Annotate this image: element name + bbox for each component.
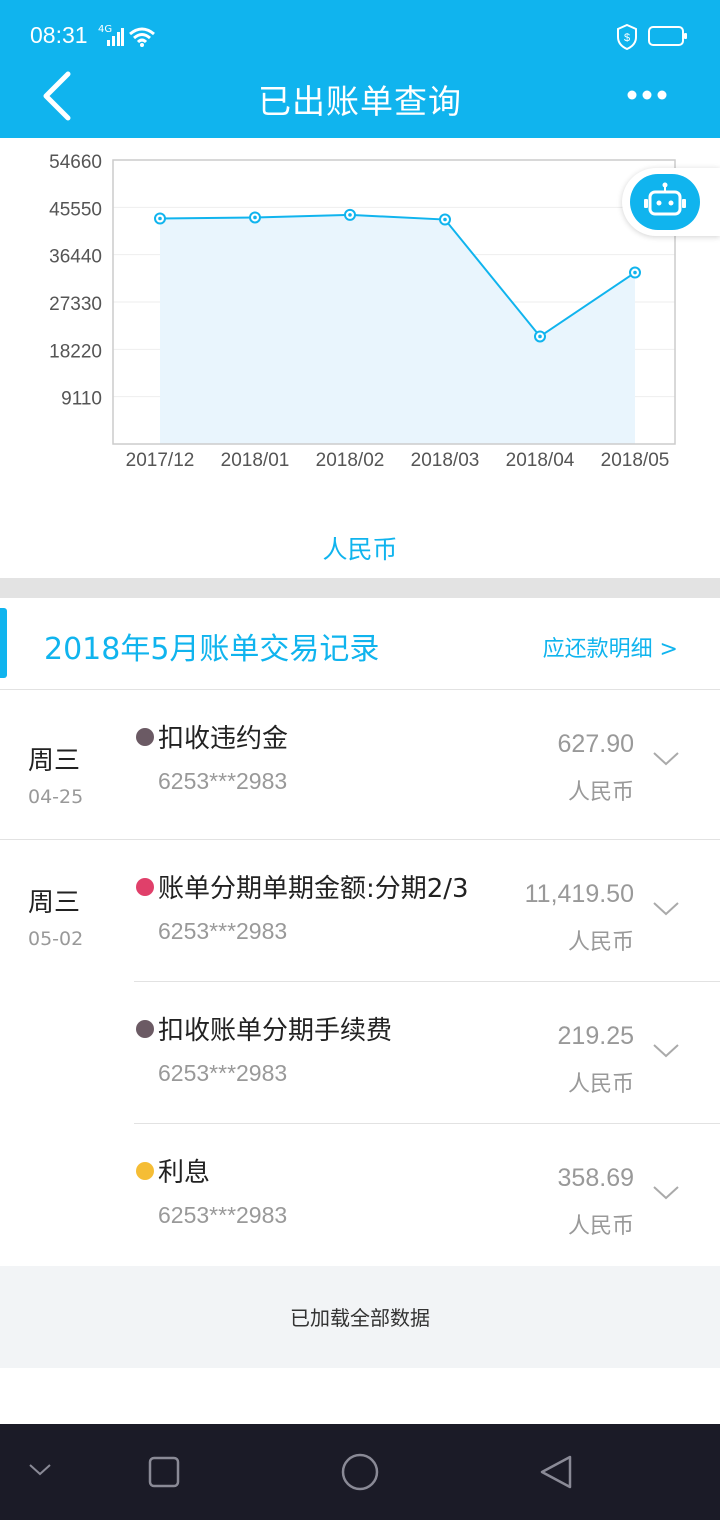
transaction-amount: 358.69	[557, 1164, 634, 1192]
section-title: 2018年5月账单交易记录	[44, 632, 380, 667]
transaction-name: 扣收违约金	[158, 724, 289, 754]
shield-icon: $	[617, 24, 637, 50]
x-tick-label: 2018/04	[506, 450, 575, 471]
transaction-name: 利息	[158, 1158, 211, 1188]
transaction-currency: 人民币	[567, 1072, 634, 1097]
wifi-icon	[129, 27, 155, 47]
x-tick-label: 2018/01	[221, 450, 290, 471]
system-nav-bar	[0, 1424, 720, 1520]
data-point-center	[443, 217, 447, 222]
data-point-center	[348, 213, 352, 217]
load-status-text: 已加载全部数据	[290, 1306, 430, 1330]
category-dot	[136, 878, 154, 896]
category-dot	[136, 728, 154, 746]
signal-icon	[107, 28, 124, 46]
card-number: 6253***2983	[158, 918, 288, 944]
transaction-amount: 11,419.50	[524, 880, 634, 908]
category-dot	[136, 1162, 154, 1180]
home-button[interactable]	[340, 1452, 380, 1492]
transaction-row[interactable]: 利息 6253***2983 358.69 人民币	[134, 1124, 720, 1266]
assistant-button[interactable]	[622, 168, 720, 236]
currency-tab[interactable]: 人民币	[0, 530, 720, 566]
page-title: 已出账单查询	[258, 82, 462, 121]
collapse-chevron-icon[interactable]	[28, 1462, 52, 1478]
y-tick-label: 36440	[49, 247, 102, 268]
accent-bar	[0, 608, 7, 678]
more-options-button[interactable]	[620, 80, 674, 110]
data-point-center	[158, 216, 162, 221]
card-number: 6253***2983	[158, 1202, 288, 1228]
transaction-row[interactable]: 账单分期单期金额:分期2/3 6253***2983 11,419.50 人民币	[134, 840, 720, 982]
x-tick-label: 2017/12	[126, 450, 195, 471]
day-group: 周三 05-02 账单分期单期金额:分期2/3 6253***2983 11,4…	[0, 840, 720, 1266]
chevron-down-icon[interactable]	[652, 1184, 680, 1202]
card-number: 6253***2983	[158, 768, 288, 794]
x-tick-label: 2018/05	[601, 450, 670, 471]
transaction-name: 扣收账单分期手续费	[158, 1016, 393, 1046]
y-tick-label: 45550	[49, 199, 102, 220]
transaction-row[interactable]: 扣收账单分期手续费 6253***2983 219.25 人民币	[134, 982, 720, 1124]
y-tick-label: 18220	[49, 341, 102, 362]
date-label: 04-25	[28, 786, 84, 808]
data-point-center	[538, 334, 542, 339]
battery-icon	[648, 26, 687, 46]
app-header: 08:31 4G $ 已出账单查询	[0, 0, 720, 138]
section-divider	[0, 578, 720, 598]
repayment-detail-link[interactable]: 应还款明细 >	[543, 631, 678, 663]
recent-apps-button[interactable]	[148, 1456, 180, 1488]
svg-text:$: $	[624, 32, 630, 44]
y-tick-label: 27330	[49, 294, 102, 315]
area-fill	[160, 214, 635, 444]
card-number: 6253***2983	[158, 1060, 288, 1086]
date-label: 05-02	[28, 928, 84, 950]
transaction-name: 账单分期单期金额:分期2/3	[158, 874, 469, 904]
system-back-button[interactable]	[538, 1454, 574, 1490]
weekday-label: 周三	[28, 888, 81, 918]
transaction-amount: 627.90	[557, 730, 634, 758]
chevron-down-icon[interactable]	[652, 750, 680, 768]
transaction-currency: 人民币	[567, 780, 634, 805]
x-tick-label: 2018/03	[411, 450, 480, 471]
data-point-center	[253, 215, 257, 220]
weekday-label: 周三	[28, 746, 81, 776]
data-point-center	[633, 270, 637, 275]
day-group: 周三 04-25 扣收违约金 6253***2983 627.90 人民币	[0, 690, 720, 840]
robot-icon	[644, 182, 686, 216]
section-header: 2018年5月账单交易记录 应还款明细 >	[0, 598, 720, 690]
y-tick-label: 9110	[61, 389, 102, 410]
chevron-down-icon[interactable]	[652, 900, 680, 918]
x-tick-label: 2018/02	[316, 450, 385, 471]
transaction-currency: 人民币	[567, 930, 634, 955]
y-tick-label: 54660	[49, 152, 102, 173]
bill-history-chart: 54660 45550 36440 27330 18220 9110 2017/12 2018…	[49, 152, 676, 471]
status-time: 08:31	[30, 22, 88, 48]
transaction-amount: 219.25	[557, 1022, 634, 1050]
load-status-footer: 已加载全部数据	[0, 1266, 720, 1368]
category-dot	[136, 1020, 154, 1038]
transaction-row[interactable]: 扣收违约金 6253***2983 627.90 人民币	[134, 690, 720, 832]
chevron-down-icon[interactable]	[652, 1042, 680, 1060]
transaction-currency: 人民币	[567, 1214, 634, 1239]
